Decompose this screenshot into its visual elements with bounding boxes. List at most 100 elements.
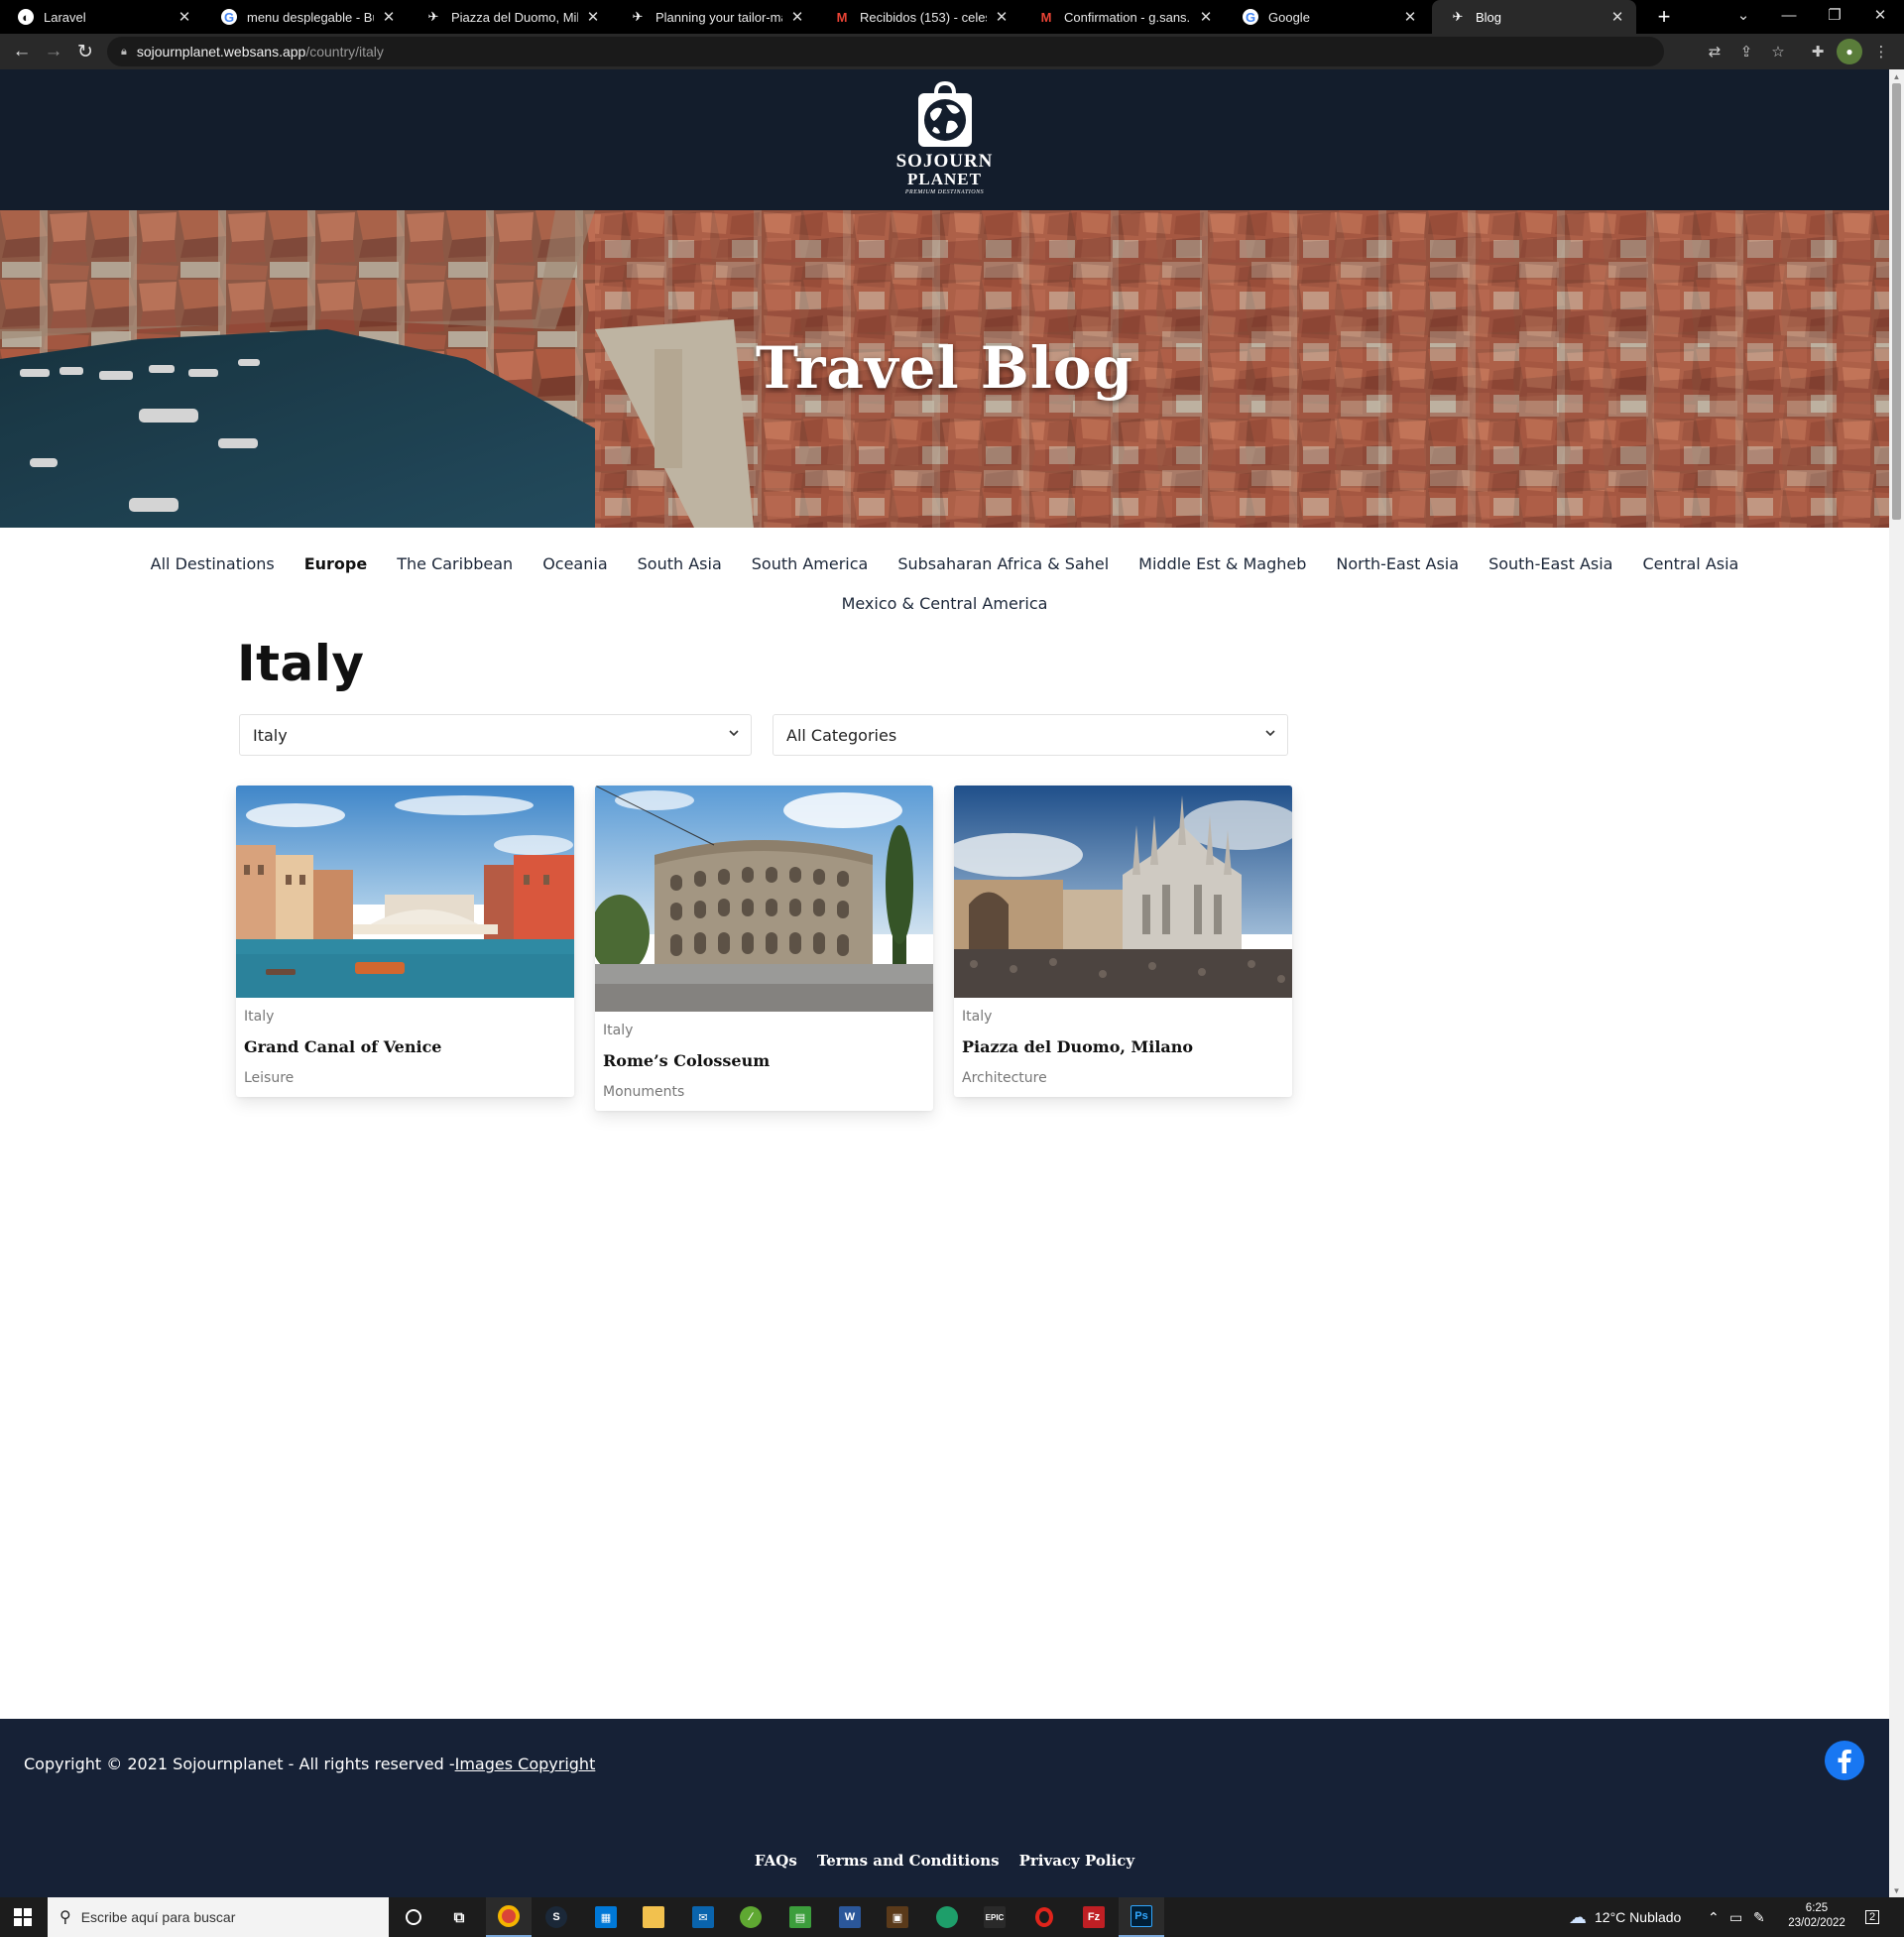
country-filter-select[interactable]: Italy (239, 714, 752, 756)
card-category: Leisure (244, 1070, 295, 1086)
browser-tab[interactable]: ✈ Planning your tailor-made ✕ (612, 0, 816, 34)
colosseum-image (595, 786, 933, 1012)
restore-icon[interactable]: ❐ (1815, 0, 1854, 30)
tab-title: Piazza del Duomo, Milano (451, 9, 578, 25)
page-scrollbar[interactable]: ▲ ▼ (1889, 69, 1904, 1897)
tray-overflow-icon[interactable]: ⌃ (1708, 1897, 1720, 1937)
card-title[interactable]: Piazza del Duomo, Milano (962, 1037, 1284, 1057)
photoshop-app-icon[interactable]: Ps (1119, 1897, 1164, 1937)
share-icon[interactable]: ⇪ (1733, 39, 1759, 64)
browser-tab[interactable]: G Google ✕ (1225, 0, 1429, 34)
app-icon[interactable]: ∕ (728, 1897, 774, 1937)
bookmark-star-icon[interactable]: ☆ (1765, 39, 1791, 64)
site-logo[interactable]: SOJOURN PLANET PREMIUM DESTINATIONS (891, 79, 1000, 210)
select-value: Italy (253, 725, 288, 745)
app-icon[interactable]: ▣ (875, 1897, 920, 1937)
select-value: All Categories (786, 725, 897, 745)
notepad-app-icon[interactable]: ▤ (777, 1897, 823, 1937)
region-link-mexico-central-america[interactable]: Mexico & Central America (842, 594, 1048, 613)
mail-app-icon[interactable]: ✉ (680, 1897, 726, 1937)
region-link-south-america[interactable]: South America (752, 554, 869, 573)
opera-app-icon[interactable] (1021, 1897, 1067, 1937)
system-clock[interactable]: 6:25 23/02/2022 (1781, 1901, 1852, 1931)
browser-tab[interactable]: M Confirmation - g.sans.reall ✕ (1020, 0, 1225, 34)
address-bar[interactable]: 🔒︎ sojournplanet.websans.app/country/ita… (107, 37, 1664, 66)
weather-widget[interactable]: ☁ 12°C Nublado (1569, 1897, 1681, 1937)
close-icon[interactable]: ✕ (176, 8, 193, 26)
new-tab-button[interactable]: + (1650, 0, 1678, 34)
post-card[interactable]: Italy Piazza del Duomo, Milano Architect… (954, 786, 1292, 1097)
globe-app-icon[interactable] (924, 1897, 970, 1937)
steam-app-icon[interactable]: S (534, 1897, 579, 1937)
region-link-oceania[interactable]: Oceania (542, 554, 607, 573)
region-link-all-destinations[interactable]: All Destinations (151, 554, 275, 573)
logo-text: PLANET (907, 170, 982, 188)
footer-link-privacy[interactable]: Privacy Policy (1019, 1852, 1135, 1870)
region-link-south-asia[interactable]: South Asia (638, 554, 722, 573)
browser-tab[interactable]: ✈ Piazza del Duomo, Milano ✕ (408, 0, 612, 34)
region-link-north-east-asia[interactable]: North-East Asia (1336, 554, 1459, 573)
facebook-icon[interactable] (1825, 1741, 1864, 1780)
footer-link-faqs[interactable]: FAQs (755, 1852, 797, 1870)
word-app-icon[interactable]: W (827, 1897, 873, 1937)
browser-tab-active[interactable]: ✈ Blog ✕ (1432, 0, 1636, 34)
translate-icon[interactable]: ⇄ (1702, 39, 1727, 64)
close-icon[interactable]: ✕ (380, 8, 398, 26)
task-view-icon[interactable]: ⧉ (436, 1897, 482, 1937)
store-app-icon[interactable]: ▦ (583, 1897, 629, 1937)
extensions-icon[interactable]: ✚ (1805, 39, 1831, 64)
notification-center-icon[interactable]: 2 (1860, 1906, 1884, 1928)
card-title[interactable]: Rome’s Colosseum (603, 1051, 925, 1071)
card-country: Italy (244, 1009, 275, 1025)
globe-icon: ◐ (18, 9, 34, 25)
images-copyright-link[interactable]: Images Copyright (455, 1755, 596, 1773)
region-link-caribbean[interactable]: The Caribbean (397, 554, 513, 573)
cortana-icon[interactable] (391, 1897, 436, 1937)
footer-link-terms[interactable]: Terms and Conditions (817, 1852, 1000, 1870)
epic-games-icon[interactable]: EPIC (972, 1897, 1017, 1937)
page-viewport: SOJOURN PLANET PREMIUM DESTINATIONS Trav… (0, 69, 1889, 1897)
post-card[interactable]: Italy Rome’s Colosseum Monuments (595, 786, 933, 1111)
scrollbar-thumb[interactable] (1892, 83, 1901, 520)
card-title[interactable]: Grand Canal of Venice (244, 1037, 566, 1057)
back-icon[interactable]: ← (8, 38, 36, 65)
gmail-icon: M (1040, 9, 1052, 25)
post-card[interactable]: Italy Grand Canal of Venice Leisure (236, 786, 574, 1097)
chrome-app-icon[interactable] (486, 1897, 532, 1937)
region-link-europe[interactable]: Europe (304, 554, 368, 573)
region-link-central-asia[interactable]: Central Asia (1642, 554, 1738, 573)
card-country: Italy (962, 1009, 993, 1025)
minimize-icon[interactable]: — (1769, 0, 1809, 30)
close-icon[interactable]: ✕ (993, 8, 1011, 26)
browser-tab[interactable]: ◐ Laravel ✕ (0, 0, 203, 34)
scroll-up-arrow-icon[interactable]: ▲ (1889, 69, 1904, 83)
filezilla-app-icon[interactable]: Fz (1071, 1897, 1117, 1937)
reload-icon[interactable]: ↻ (71, 38, 99, 65)
tab-title: menu desplegable - Búsq (247, 9, 374, 25)
network-icon[interactable]: ▭ (1729, 1897, 1742, 1937)
close-icon[interactable]: ✕ (1401, 8, 1419, 26)
scroll-down-arrow-icon[interactable]: ▼ (1889, 1883, 1904, 1897)
google-icon: G (1243, 9, 1258, 25)
windows-start-button[interactable] (0, 1897, 46, 1937)
tab-search-icon[interactable]: ⌄ (1724, 0, 1763, 30)
region-link-south-east-asia[interactable]: South-East Asia (1488, 554, 1612, 573)
close-icon[interactable]: ✕ (788, 8, 806, 26)
close-icon[interactable]: ✕ (1197, 8, 1215, 26)
url-host: sojournplanet.websans.app (136, 44, 306, 60)
region-link-middle-east[interactable]: Middle Est & Magheb (1138, 554, 1306, 573)
file-explorer-icon[interactable] (631, 1897, 676, 1937)
close-icon[interactable]: ✕ (584, 8, 602, 26)
pen-icon[interactable]: ✎ (1753, 1897, 1765, 1937)
browser-tab[interactable]: G menu desplegable - Búsq ✕ (203, 0, 408, 34)
browser-tab[interactable]: M Recibidos (153) - celeste.m ✕ (816, 0, 1020, 34)
close-window-icon[interactable]: ✕ (1860, 0, 1900, 30)
category-filter-select[interactable]: All Categories (773, 714, 1288, 756)
region-link-subsaharan-africa[interactable]: Subsaharan Africa & Sahel (897, 554, 1109, 573)
menu-kebab-icon[interactable]: ⋮ (1868, 39, 1894, 64)
close-icon[interactable]: ✕ (1608, 8, 1626, 26)
forward-icon[interactable]: → (40, 38, 67, 65)
taskbar-search-box[interactable]: ⚲ Escribe aquí para buscar (48, 1897, 389, 1937)
profile-avatar-icon[interactable]: ● (1837, 39, 1862, 64)
tab-title: Recibidos (153) - celeste.m (860, 9, 987, 25)
